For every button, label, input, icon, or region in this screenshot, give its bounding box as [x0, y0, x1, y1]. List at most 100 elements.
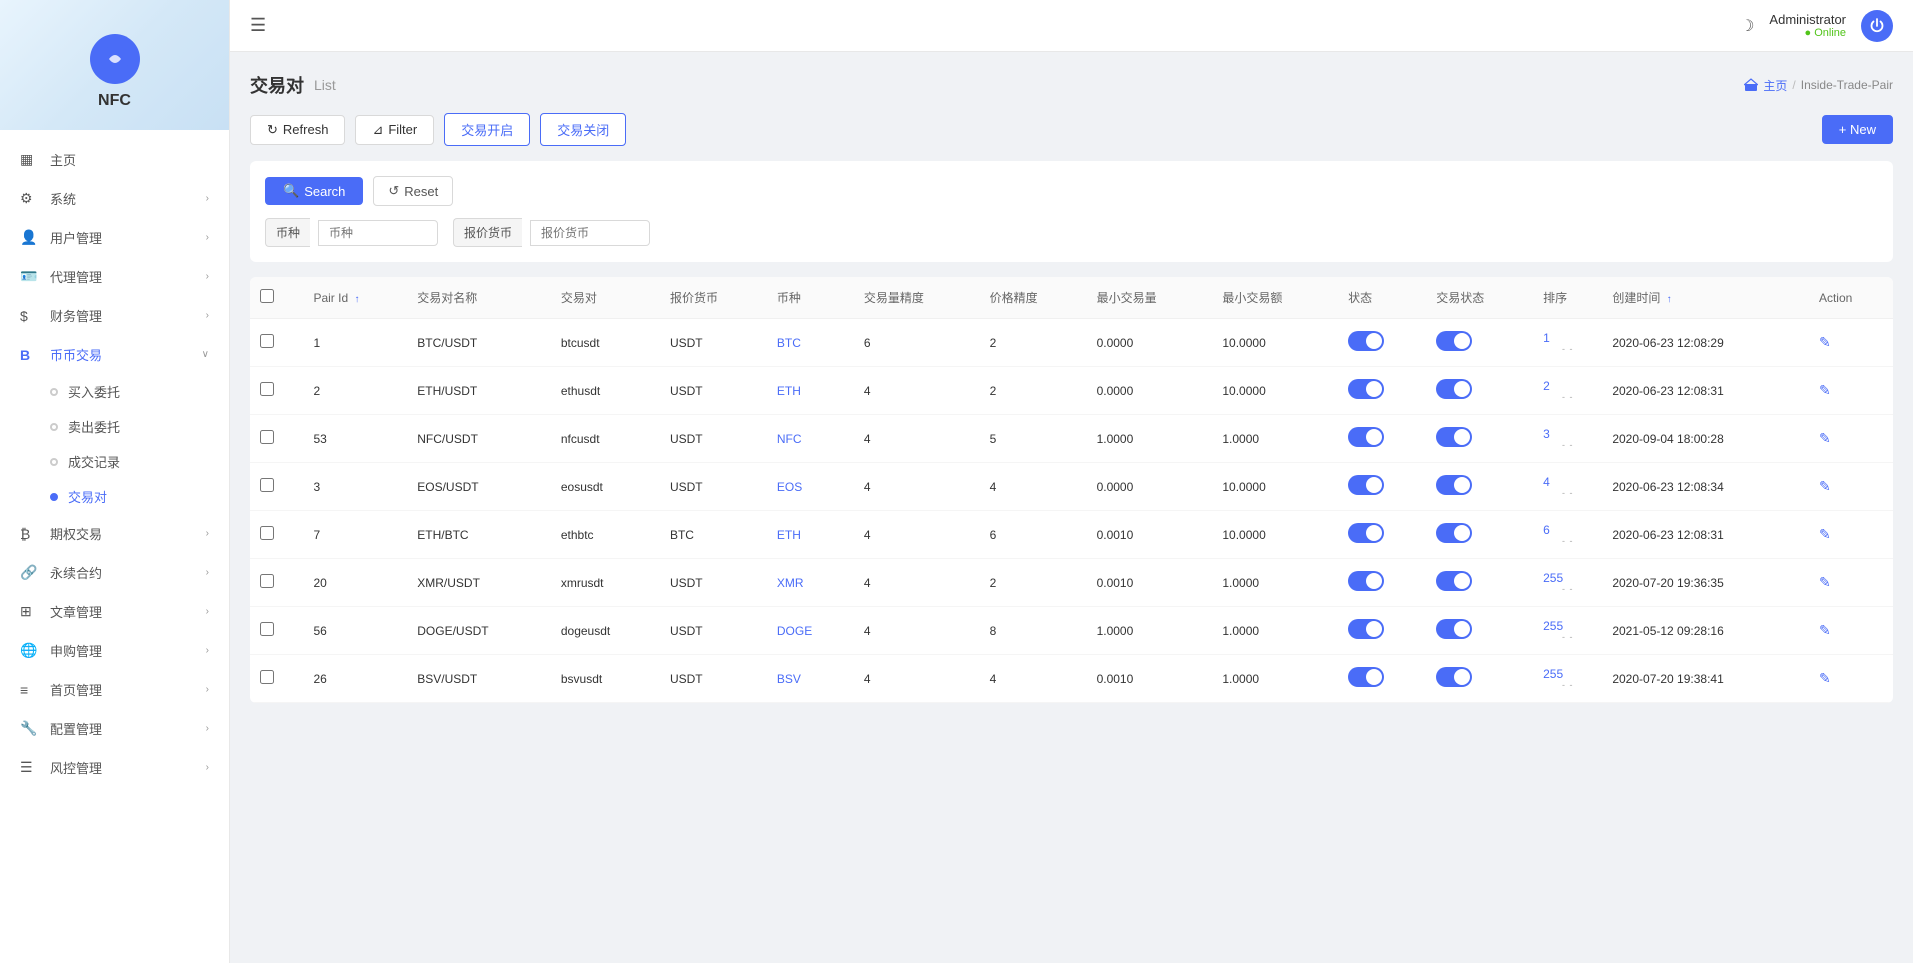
edit-button[interactable]: ✎ [1819, 334, 1831, 350]
trade-status-toggle[interactable] [1436, 619, 1472, 639]
theme-toggle-button[interactable]: ☽ [1740, 16, 1754, 36]
sort-link[interactable]: 3- - [1543, 427, 1592, 450]
cell-quote: USDT [660, 655, 767, 703]
sidebar-item-perpetual[interactable]: 🔗 永续合约 › [0, 553, 229, 592]
breadcrumb-home[interactable]: 主页 [1763, 77, 1787, 94]
status-toggle[interactable] [1348, 475, 1384, 495]
row-checkbox[interactable] [260, 334, 274, 348]
sort-link[interactable]: 4- - [1543, 475, 1592, 498]
sidebar-submenu-coin-trade: 买入委托 卖出委托 成交记录 交易对 [0, 374, 229, 514]
edit-button[interactable]: ✎ [1819, 574, 1831, 590]
row-checkbox[interactable] [260, 478, 274, 492]
new-button[interactable]: + New [1822, 115, 1893, 144]
quote-field-label: 报价货币 [453, 218, 522, 247]
sort-link[interactable]: 255- - [1543, 619, 1592, 642]
cell-pair: eosusdt [551, 463, 660, 511]
trade-status-toggle[interactable] [1436, 379, 1472, 399]
quote-input[interactable] [530, 220, 650, 246]
power-button[interactable] [1861, 10, 1893, 42]
cell-action: ✎ [1809, 463, 1893, 511]
row-checkbox[interactable] [260, 382, 274, 396]
article-icon: ⊞ [20, 603, 40, 620]
row-checkbox[interactable] [260, 526, 274, 540]
edit-button[interactable]: ✎ [1819, 526, 1831, 542]
user-icon: 👤 [20, 229, 40, 246]
status-toggle[interactable] [1348, 331, 1384, 351]
sidebar-item-user-mgmt[interactable]: 👤 用户管理 › [0, 218, 229, 257]
cell-min-vol: 0.0000 [1087, 463, 1213, 511]
cell-name: NFC/USDT [407, 415, 551, 463]
sort-link[interactable]: 2- - [1543, 379, 1592, 402]
sidebar-item-risk[interactable]: ☰ 风控管理 › [0, 748, 229, 787]
row-checkbox[interactable] [260, 430, 274, 444]
sidebar-item-system[interactable]: ⚙ 系统 › [0, 179, 229, 218]
reset-button[interactable]: ↺ Reset [373, 176, 453, 206]
edit-button[interactable]: ✎ [1819, 670, 1831, 686]
sidebar-item-trade-pairs[interactable]: 交易对 [50, 479, 229, 514]
toolbar-right: + New [1822, 115, 1893, 144]
trade-close-button[interactable]: 交易关闭 [540, 113, 626, 146]
breadcrumb: 主页 / Inside-Trade-Pair [1744, 77, 1893, 94]
row-checkbox[interactable] [260, 574, 274, 588]
cell-price-precision: 8 [980, 607, 1087, 655]
coin-input[interactable] [318, 220, 438, 246]
status-toggle[interactable] [1348, 523, 1384, 543]
cell-pair: xmrusdt [551, 559, 660, 607]
sidebar-item-futures[interactable]: ₿ 期权交易 › [0, 514, 229, 553]
filter-button[interactable]: ⊿ Filter [355, 115, 434, 145]
sidebar-item-trade-records[interactable]: 成交记录 [50, 444, 229, 479]
sidebar-item-coin-trade[interactable]: B 币币交易 ∨ [0, 335, 229, 374]
select-all-checkbox[interactable] [260, 289, 274, 303]
cell-vol-precision: 4 [854, 415, 980, 463]
page-title-area: 交易对 List [250, 72, 336, 98]
sidebar-item-label: 首页管理 [50, 680, 206, 699]
cell-status [1338, 319, 1426, 367]
sidebar-item-home-mgmt[interactable]: ≡ 首页管理 › [0, 670, 229, 709]
sidebar-item-agent-mgmt[interactable]: 🪪 代理管理 › [0, 257, 229, 296]
trade-open-button[interactable]: 交易开启 [444, 113, 530, 146]
cell-min-amount: 1.0000 [1212, 415, 1338, 463]
sidebar-item-config[interactable]: 🔧 配置管理 › [0, 709, 229, 748]
cell-checkbox [250, 319, 303, 367]
trade-status-toggle[interactable] [1436, 475, 1472, 495]
cell-trade-status [1426, 511, 1533, 559]
th-sort: 排序 [1533, 277, 1602, 319]
trade-status-toggle[interactable] [1436, 523, 1472, 543]
trade-status-toggle[interactable] [1436, 667, 1472, 687]
sidebar-item-finance[interactable]: $ 财务管理 › [0, 296, 229, 335]
sidebar-item-buy-commission[interactable]: 买入委托 [50, 374, 229, 409]
search-button[interactable]: 🔍 Search [265, 177, 363, 205]
status-toggle[interactable] [1348, 667, 1384, 687]
edit-button[interactable]: ✎ [1819, 430, 1831, 446]
sidebar-item-article[interactable]: ⊞ 文章管理 › [0, 592, 229, 631]
cell-status [1338, 463, 1426, 511]
status-toggle[interactable] [1348, 619, 1384, 639]
status-toggle[interactable] [1348, 379, 1384, 399]
row-checkbox[interactable] [260, 670, 274, 684]
edit-button[interactable]: ✎ [1819, 478, 1831, 494]
edit-button[interactable]: ✎ [1819, 382, 1831, 398]
status-toggle[interactable] [1348, 427, 1384, 447]
sort-link[interactable]: 255- - [1543, 571, 1592, 594]
sidebar-item-sell-commission[interactable]: 卖出委托 [50, 409, 229, 444]
cell-sort: 4- - [1533, 463, 1602, 511]
trade-status-toggle[interactable] [1436, 427, 1472, 447]
edit-button[interactable]: ✎ [1819, 622, 1831, 638]
cell-status [1338, 367, 1426, 415]
sort-link[interactable]: 255- - [1543, 667, 1592, 690]
row-checkbox[interactable] [260, 622, 274, 636]
refresh-button[interactable]: ↻ Refresh [250, 115, 345, 145]
cell-created: 2020-06-23 12:08:31 [1602, 367, 1809, 415]
sort-link[interactable]: 1- - [1543, 331, 1592, 354]
sidebar-item-label: 主页 [50, 150, 209, 169]
sort-link[interactable]: 6- - [1543, 523, 1592, 546]
trade-status-toggle[interactable] [1436, 571, 1472, 591]
trade-status-toggle[interactable] [1436, 331, 1472, 351]
cell-id: 26 [303, 655, 407, 703]
chevron-down-icon: ∨ [202, 349, 209, 360]
sidebar-item-subscribe[interactable]: 🌐 申购管理 › [0, 631, 229, 670]
menu-toggle-button[interactable]: ☰ [250, 15, 266, 36]
cell-quote: USDT [660, 415, 767, 463]
sidebar-item-home[interactable]: ▦ 主页 [0, 140, 229, 179]
status-toggle[interactable] [1348, 571, 1384, 591]
